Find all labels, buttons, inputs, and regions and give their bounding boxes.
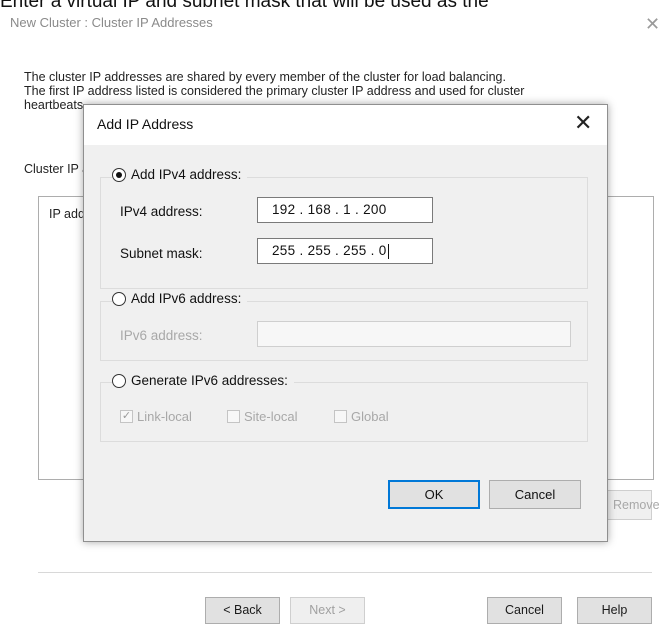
help-button-label: Help	[601, 603, 628, 617]
dialog-title: Add IP Address	[97, 116, 194, 132]
subnet-mask-field[interactable]: 255 . 255 . 255 . 0	[257, 238, 433, 264]
link-local-option[interactable]: ✓ Link-local	[120, 409, 192, 424]
ipv6-option-label: Add IPv6 address:	[131, 291, 242, 306]
generate-ipv6-option[interactable]: Generate IPv6 addresses:	[112, 373, 294, 388]
back-button[interactable]: < Back	[205, 597, 280, 624]
ipv4-option-label: Add IPv4 address:	[131, 167, 242, 182]
help-button[interactable]: Help	[577, 597, 652, 624]
window-title: New Cluster : Cluster IP Addresses	[10, 15, 213, 30]
footer-divider	[38, 572, 652, 573]
ok-button[interactable]: OK	[388, 480, 480, 509]
ipv4-radio[interactable]	[112, 167, 126, 182]
back-button-label: < Back	[223, 603, 262, 617]
background-caption: Enter a virtual IP and subnet mask that …	[0, 0, 489, 12]
site-local-checkbox[interactable]	[227, 410, 240, 423]
ipv6-option[interactable]: Add IPv6 address:	[112, 291, 248, 306]
ok-button-label: OK	[424, 487, 444, 502]
window-close-icon[interactable]: ✕	[645, 15, 660, 33]
global-checkbox[interactable]	[334, 410, 347, 423]
intro-line-1: The cluster IP addresses are shared by e…	[24, 70, 506, 84]
site-local-label: Site-local	[244, 409, 298, 424]
link-local-checkbox[interactable]: ✓	[120, 410, 133, 423]
ipv4-address-field[interactable]: 192 . 168 . 1 . 200	[257, 197, 433, 223]
dialog-cancel-button-label: Cancel	[514, 487, 556, 502]
ipv4-address-label: IPv4 address:	[120, 204, 203, 219]
dialog-titlebar: Add IP Address ✕	[84, 105, 607, 145]
generate-ipv6-radio[interactable]	[112, 373, 126, 388]
dialog-close-icon[interactable]: ✕	[574, 112, 592, 134]
text-caret	[387, 243, 389, 259]
ipv6-address-label: IPv6 address:	[120, 328, 203, 343]
global-label: Global	[351, 409, 389, 424]
cancel-button[interactable]: Cancel	[487, 597, 562, 624]
ipv6-radio[interactable]	[112, 291, 126, 306]
next-button[interactable]: Next >	[290, 597, 365, 624]
link-local-label: Link-local	[137, 409, 192, 424]
ipv4-group	[100, 177, 588, 289]
cancel-button-label: Cancel	[505, 603, 544, 617]
generate-ipv6-option-label: Generate IPv6 addresses:	[131, 373, 288, 388]
intro-line-2: The first IP address listed is considere…	[24, 84, 525, 98]
dialog-cancel-button[interactable]: Cancel	[489, 480, 581, 509]
site-local-option[interactable]: Site-local	[227, 409, 297, 424]
ipv6-address-field[interactable]	[257, 321, 571, 347]
ipv4-option[interactable]: Add IPv4 address:	[112, 167, 248, 182]
subnet-mask-label: Subnet mask:	[120, 246, 203, 261]
subnet-mask-value: 255 . 255 . 255 . 0	[272, 243, 387, 258]
next-button-label: Next >	[309, 603, 346, 617]
global-option[interactable]: Global	[334, 409, 389, 424]
add-ip-address-dialog: Add IP Address ✕ Add IPv4 address: IPv4 …	[83, 104, 608, 542]
ipv4-address-value: 192 . 168 . 1 . 200	[272, 202, 387, 217]
